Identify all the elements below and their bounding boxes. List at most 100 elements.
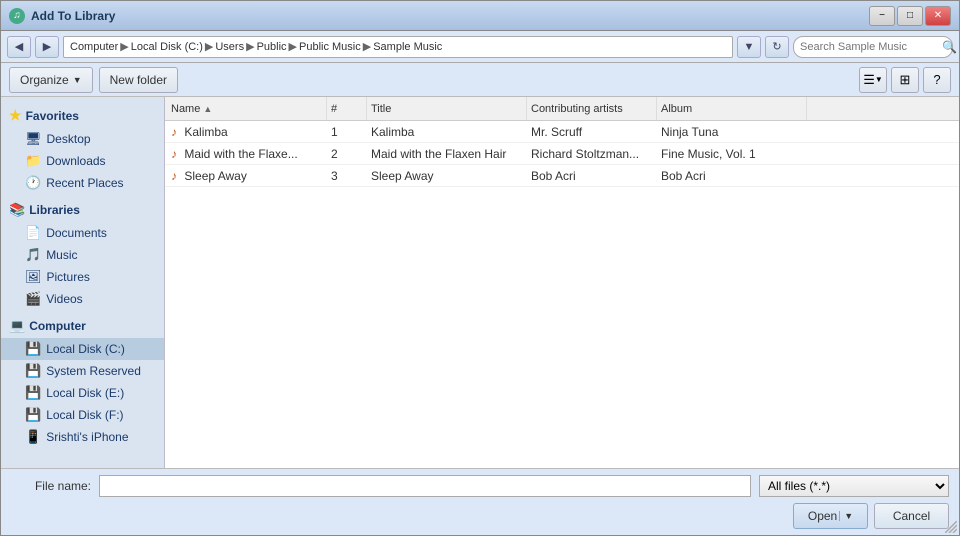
music-file-icon: ♪ [171,169,177,183]
file-album-cell: Ninja Tuna [657,125,807,139]
column-headers: Name ▲ # Title Contributing artists Albu… [165,97,959,121]
col-album-label: Album [661,103,692,115]
close-button[interactable]: ✕ [925,6,951,26]
sidebar-section-header-libraries[interactable]: 📚 Libraries [1,198,164,222]
search-input[interactable] [800,41,942,53]
col-header-album[interactable]: Album [657,97,807,120]
sidebar-item-label: Documents [46,226,107,240]
table-row[interactable]: ♪ Maid with the Flaxe... 2 Maid with the… [165,143,959,165]
organize-button[interactable]: Organize ▼ [9,67,93,93]
cancel-button[interactable]: Cancel [874,503,949,529]
file-title-cell: Kalimba [367,125,527,139]
sidebar-item-label: Videos [46,292,82,306]
file-album-cell: Fine Music, Vol. 1 [657,147,807,161]
maximize-button[interactable]: □ [897,6,923,26]
sidebar-item-label: Local Disk (F:) [46,408,123,422]
forward-button[interactable]: ▶ [35,36,59,58]
file-num-cell: 2 [327,147,367,161]
path-segment: Users [215,41,244,53]
sidebar-section-favorites: ★ Favorites 🖥 Desktop 📁 Downloads 🕐 Rece… [1,103,164,194]
path-segment: Public [257,41,287,53]
title-bar: ♫ Add To Library − □ ✕ [1,1,959,31]
path-segment: Computer [70,41,118,53]
table-row[interactable]: ♪ Kalimba 1 Kalimba Mr. Scruff Ninja Tun… [165,121,959,143]
filename-input[interactable] [99,475,751,497]
col-header-title[interactable]: Title [367,97,527,120]
col-name-label: Name [171,103,200,115]
sidebar-section-computer: 💻 Computer 💾 Local Disk (C:) 💾 System Re… [1,314,164,448]
sidebar-section-header-favorites[interactable]: ★ Favorites [1,103,164,128]
col-header-name[interactable]: Name ▲ [167,97,327,120]
cancel-label: Cancel [893,509,930,523]
file-num-cell: 3 [327,169,367,183]
sidebar-item-label: Recent Places [46,176,123,190]
refresh-button[interactable]: ↻ [765,36,789,58]
path-segment: Public Music [299,41,361,53]
file-area: Name ▲ # Title Contributing artists Albu… [165,97,959,468]
resize-handle[interactable] [943,519,959,535]
col-header-num[interactable]: # [327,97,367,120]
file-name-cell: ♪ Kalimba [167,125,327,139]
sidebar-item-local-disk-f[interactable]: 💾 Local Disk (F:) [1,404,164,426]
search-box[interactable]: 🔍 [793,36,953,58]
table-row[interactable]: ♪ Sleep Away 3 Sleep Away Bob Acri Bob A… [165,165,959,187]
desktop-icon: 🖥 [25,131,42,147]
sidebar-item-srishtis-iphone[interactable]: 📱 Srishti's iPhone [1,426,164,448]
pane-icon: ⊞ [900,72,911,88]
address-dropdown-button[interactable]: ▼ [737,36,761,58]
sidebar-item-downloads[interactable]: 📁 Downloads [1,150,164,172]
main-area: ★ Favorites 🖥 Desktop 📁 Downloads 🕐 Rece… [1,97,959,468]
computer-icon: 💻 [9,318,25,334]
music-icon: 🎵 [25,247,41,263]
view-button[interactable]: ☰ ▼ [859,67,887,93]
sidebar-item-desktop[interactable]: 🖥 Desktop [1,128,164,150]
search-icon: 🔍 [942,40,957,54]
sidebar-item-label: Local Disk (C:) [46,342,125,356]
sidebar-section-header-computer[interactable]: 💻 Computer [1,314,164,338]
sidebar-item-pictures[interactable]: 🖼 Pictures [1,266,164,288]
title-bar-buttons: − □ ✕ [869,6,951,26]
address-bar: ◀ ▶ Computer ▶ Local Disk (C:) ▶ Users ▶… [1,31,959,63]
filename-row: File name: All files (*.*) Music files (… [11,475,949,497]
sidebar-item-local-disk-c[interactable]: 💾 Local Disk (C:) [1,338,164,360]
new-folder-label: New folder [110,73,167,87]
back-button[interactable]: ◀ [7,36,31,58]
pictures-icon: 🖼 [25,269,42,285]
sort-arrow-name: ▲ [203,104,212,114]
minimize-button[interactable]: − [869,6,895,26]
view-arrow: ▼ [875,75,883,84]
filename-label: File name: [11,479,91,493]
sidebar-item-recent-places[interactable]: 🕐 Recent Places [1,172,164,194]
file-artist-cell: Richard Stoltzman... [527,147,657,161]
sidebar-item-system-reserved[interactable]: 💾 System Reserved [1,360,164,382]
new-folder-button[interactable]: New folder [99,67,178,93]
organize-label: Organize [20,73,69,87]
buttons-row: Open ▼ Cancel [11,503,949,529]
open-label: Open [808,509,837,523]
favorites-label: Favorites [26,109,79,123]
sidebar-item-local-disk-e[interactable]: 💾 Local Disk (E:) [1,382,164,404]
music-file-icon: ♪ [171,125,177,139]
organize-arrow: ▼ [73,75,82,85]
add-to-library-window: ♫ Add To Library − □ ✕ ◀ ▶ Computer ▶ Lo… [0,0,960,536]
window-icon: ♫ [9,8,25,24]
col-num-label: # [331,103,337,115]
help-button[interactable]: ? [923,67,951,93]
col-header-artist[interactable]: Contributing artists [527,97,657,120]
sidebar-item-music[interactable]: 🎵 Music [1,244,164,266]
window-title: Add To Library [31,9,869,23]
sidebar-item-label: Srishti's iPhone [46,430,128,444]
pane-button[interactable]: ⊞ [891,67,919,93]
libraries-label: Libraries [29,203,80,217]
sidebar: ★ Favorites 🖥 Desktop 📁 Downloads 🕐 Rece… [1,97,165,468]
sidebar-item-videos[interactable]: 🎬 Videos [1,288,164,310]
local-disk-e-icon: 💾 [25,385,41,401]
filetype-select[interactable]: All files (*.*) Music files (*.mp3;*.wma… [759,475,949,497]
videos-icon: 🎬 [25,291,41,307]
local-disk-c-icon: 💾 [25,341,41,357]
address-path[interactable]: Computer ▶ Local Disk (C:) ▶ Users ▶ Pub… [63,36,733,58]
system-reserved-icon: 💾 [25,363,41,379]
open-button[interactable]: Open ▼ [793,503,868,529]
file-artist-cell: Bob Acri [527,169,657,183]
sidebar-item-documents[interactable]: 📄 Documents [1,222,164,244]
